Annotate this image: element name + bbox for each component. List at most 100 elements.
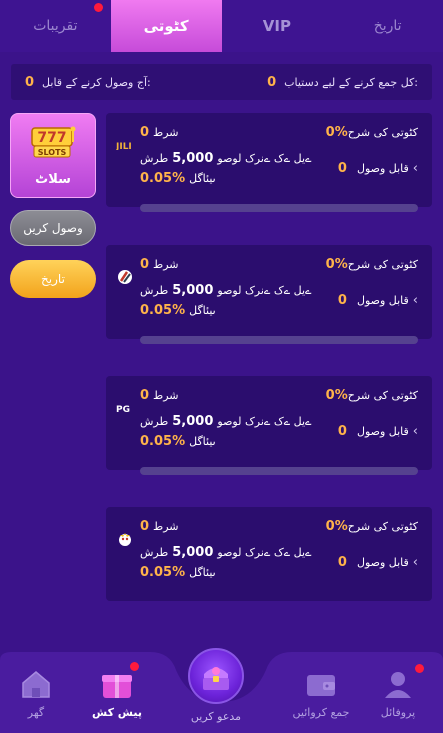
- tab-vip-label: VIP: [262, 17, 291, 35]
- gift-icon: [102, 675, 132, 698]
- percent-value: 0.05%: [140, 434, 186, 449]
- claimable-amount[interactable]: 0 قابل وصول ‹: [338, 293, 418, 308]
- rate-value: 0%: [325, 519, 348, 534]
- history-label: تاریخ: [41, 272, 65, 286]
- bet-value: 5,000: [172, 414, 214, 429]
- rebate-card: PG 0 شرط 0% کٹوتی کی شرح طرش 5,000 ےیل ے…: [106, 376, 432, 475]
- svg-text:777: 777: [37, 130, 66, 146]
- today-label: آج وصول کرنے کے قابل:: [42, 75, 151, 89]
- slots-777-icon: 777 SLOTS: [31, 126, 76, 158]
- progress-bar: [140, 336, 418, 344]
- percent-label: ںیئاگل: [189, 566, 216, 579]
- total-label: کل جمع کرنے کے لیے دستیاب:: [284, 75, 418, 89]
- bet-suffix: ےیل ےک ےنرک لوصو: [217, 415, 312, 428]
- rate-label: کٹوتی کی شرح: [347, 520, 418, 533]
- notification-dot: [130, 662, 139, 671]
- nav-profile[interactable]: پروفائل: [362, 664, 434, 730]
- claim-label: قابل وصول: [356, 294, 409, 307]
- nav-profile-label: پروفائل: [380, 706, 416, 719]
- tab-events-label: تقریبات: [33, 18, 78, 34]
- svg-text:PG: PG: [116, 405, 130, 413]
- bet-info: طرش 5,000 ےیل ےک ےنرک لوصو: [140, 414, 312, 429]
- percent-label: ںیئاگل: [189, 172, 216, 185]
- percent-info: 0.05% ںیئاگل: [140, 565, 216, 580]
- wager-requirement: 0 شرط: [140, 388, 179, 403]
- history-button[interactable]: تاریخ: [10, 260, 96, 298]
- bet-prefix: طرش: [140, 546, 169, 559]
- percent-value: 0.05%: [140, 171, 186, 186]
- percent-info: 0.05% ںیئاگل: [140, 434, 216, 449]
- bet-value: 5,000: [172, 545, 214, 560]
- wager-label: شرط: [153, 520, 179, 533]
- notification-dot: [415, 664, 424, 673]
- top-tabs: تقریبات کٹوتی VIP تاریخ: [0, 0, 443, 52]
- slots-category-card[interactable]: 777 SLOTS سلاٹ: [10, 113, 96, 198]
- wallet-icon: [307, 675, 335, 696]
- wager-label: شرط: [153, 258, 179, 271]
- claim-value: 0: [337, 424, 347, 439]
- tab-history[interactable]: تاریخ: [332, 0, 443, 52]
- claim-label: قابل وصول: [356, 556, 409, 569]
- wager-label: شرط: [153, 126, 179, 139]
- rebate-card: 0 شرط 0% کٹوتی کی شرح طرش 5,000 ےیل ےک ے…: [106, 245, 432, 344]
- rebate-rate: 0% کٹوتی کی شرح: [326, 388, 418, 403]
- tab-history-label: تاریخ: [373, 18, 402, 34]
- nav-home[interactable]: گھر: [0, 666, 72, 730]
- claim-value: 0: [337, 161, 347, 176]
- rate-value: 0%: [325, 125, 348, 140]
- nav-offer[interactable]: پیش کش: [81, 662, 153, 730]
- chevron-left-icon: ‹: [412, 424, 418, 439]
- claim-value: 0: [337, 555, 347, 570]
- wager-value: 0: [140, 257, 150, 272]
- chevron-left-icon: ‹: [412, 293, 418, 308]
- wager-value: 0: [140, 125, 150, 140]
- progress-bar: [140, 204, 418, 212]
- tab-events[interactable]: تقریبات: [0, 0, 111, 52]
- total-value: 0: [267, 74, 277, 90]
- bet-prefix: طرش: [140, 415, 169, 428]
- collect-button[interactable]: وصول کریں: [10, 210, 96, 246]
- rate-label: کٹوتی کی شرح: [347, 126, 418, 139]
- nav-deposit[interactable]: جمع کروائیں: [285, 666, 357, 730]
- chevron-left-icon: ‹: [412, 555, 418, 570]
- today-claimable: 0 آج وصول کرنے کے قابل:: [25, 75, 151, 90]
- pg-icon: PG: [116, 401, 134, 415]
- nav-invite-label: مدعو کریں: [190, 710, 242, 723]
- percent-value: 0.05%: [140, 303, 186, 318]
- rate-value: 0%: [325, 257, 348, 272]
- home-icon: [22, 671, 50, 698]
- tab-rebate[interactable]: کٹوتی: [110, 0, 222, 52]
- bet-prefix: طرش: [140, 152, 169, 165]
- rebate-card: JILI 0 شرط 0% کٹوتی کی شرح طرش 5,000 ےیل…: [106, 113, 432, 212]
- bet-suffix: ےیل ےک ےنرک لوصو: [217, 152, 312, 165]
- nav-offer-label: پیش کش: [92, 706, 142, 719]
- tab-vip[interactable]: VIP: [222, 0, 333, 52]
- wager-value: 0: [140, 388, 150, 403]
- claim-value: 0: [337, 293, 347, 308]
- claimable-amount[interactable]: 0 قابل وصول ‹: [338, 424, 418, 439]
- svg-text:JILI: JILI: [116, 142, 132, 150]
- rebate-rate: 0% کٹوتی کی شرح: [326, 257, 418, 272]
- bet-info: طرش 5,000 ےیل ےک ےنرک لوصو: [140, 151, 312, 166]
- claimable-amount[interactable]: 0 قابل وصول ‹: [338, 555, 418, 570]
- percent-info: 0.05% ںیئاگل: [140, 171, 216, 186]
- wager-label: شرط: [153, 389, 179, 402]
- svg-text:SLOTS: SLOTS: [38, 148, 67, 157]
- percent-info: 0.05% ںیئاگل: [140, 303, 216, 318]
- total-available: 0 کل جمع کرنے کے لیے دستیاب:: [267, 75, 418, 90]
- treasure-chest-icon: [203, 667, 229, 690]
- claim-label: قابل وصول: [356, 425, 409, 438]
- invite-button[interactable]: [188, 648, 244, 704]
- wager-requirement: 0 شرط: [140, 125, 179, 140]
- percent-value: 0.05%: [140, 565, 186, 580]
- bet-info: طرش 5,000 ےیل ےک ےنرک لوصو: [140, 545, 312, 560]
- nav-home-label: گھر: [27, 706, 45, 719]
- bet-suffix: ےیل ےک ےنرک لوصو: [217, 546, 312, 559]
- nav-deposit-label: جمع کروائیں: [292, 706, 350, 719]
- percent-label: ںیئاگل: [189, 304, 216, 317]
- rebate-card: 0 شرط 0% کٹوتی کی شرح طرش 5,000 ےیل ےک ے…: [106, 507, 432, 601]
- progress-bar: [140, 467, 418, 475]
- claimable-amount[interactable]: 0 قابل وصول ‹: [338, 161, 418, 176]
- notification-dot: [93, 3, 103, 12]
- profile-icon: [385, 672, 411, 698]
